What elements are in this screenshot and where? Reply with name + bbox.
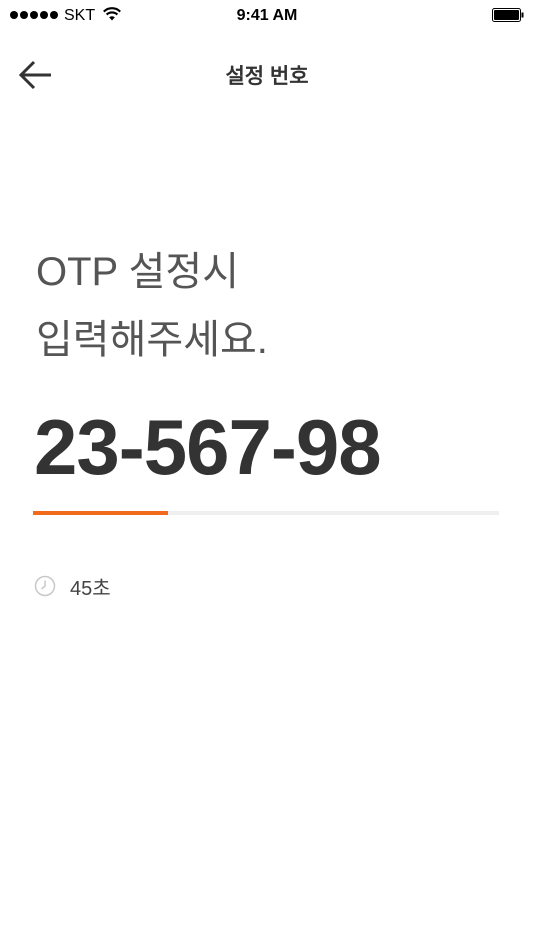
page-title: 설정 번호 <box>225 65 309 88</box>
instruction-line-2: 입력해주세요. <box>36 318 268 362</box>
countdown-timer: 45초 <box>34 574 111 600</box>
progress-track <box>33 511 499 515</box>
instruction-text: OTP 설정시 입력해주세요. <box>36 238 496 374</box>
status-bar: SKT 9:41 AM <box>0 0 534 34</box>
header: 설정 번호 <box>0 48 534 100</box>
instruction-line-1: OTP 설정시 <box>36 250 240 294</box>
clock-icon <box>34 575 56 597</box>
battery-icon <box>492 8 524 22</box>
status-time: 9:41 AM <box>236 7 298 24</box>
progress-fill <box>33 511 169 515</box>
timer-text: 45초 <box>70 577 111 600</box>
otp-code: 23-567-98 <box>34 403 382 491</box>
